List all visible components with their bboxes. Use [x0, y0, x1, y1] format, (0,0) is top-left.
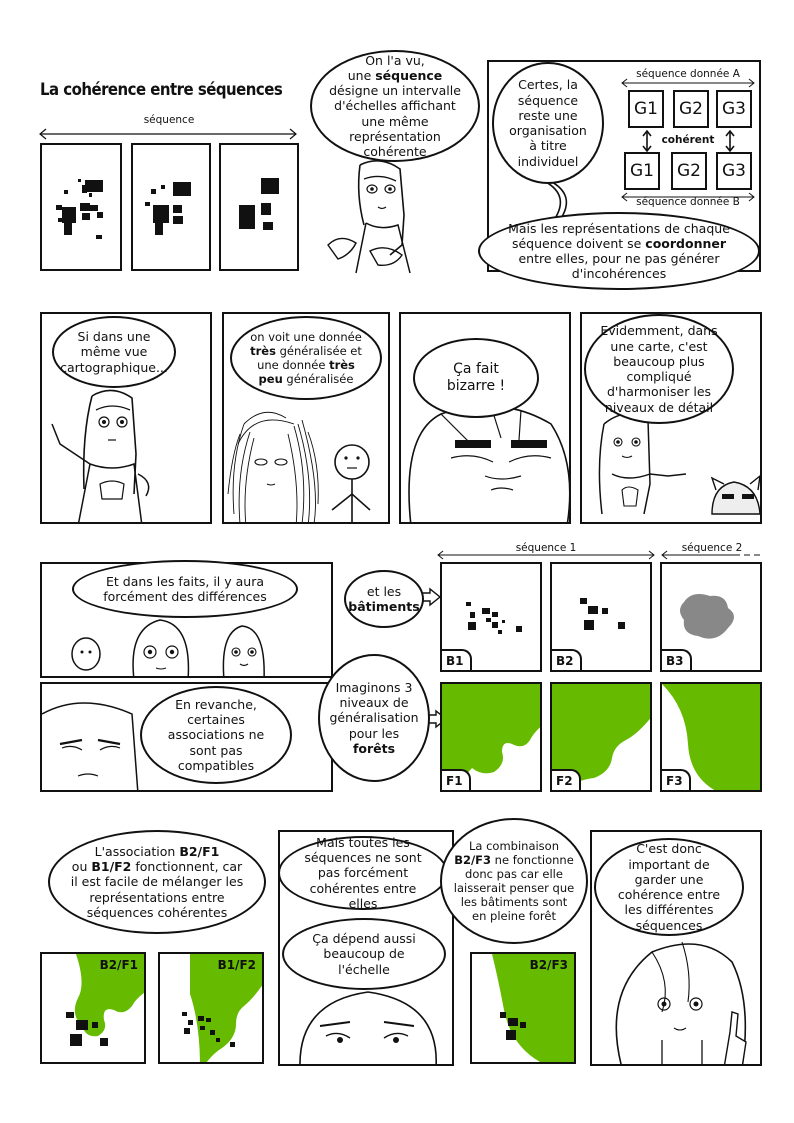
arrow-updown-left — [642, 129, 652, 153]
bubble-si-dans: Si dans une même vue cartographique... — [52, 316, 176, 388]
character-girl-explaining — [327, 160, 411, 274]
buildings-detailed — [56, 179, 103, 239]
group-b-1: G1 — [624, 152, 660, 190]
map-f2: F2 — [550, 682, 652, 792]
map-b2-f1: B2/F1 — [40, 952, 146, 1064]
group-b-3: G3 — [716, 152, 752, 190]
label-b2-f3: B2/F3 — [529, 958, 568, 972]
sequence-a-arrow — [621, 78, 755, 88]
label-b1: B1 — [442, 649, 472, 670]
map-panel-medium — [131, 143, 211, 271]
label-b2-f1: B2/F1 — [99, 958, 138, 972]
bubble-revanche: En revanche, certaines associations ne s… — [140, 686, 292, 784]
sequence-b-label: séquence donnée B — [636, 196, 740, 208]
bubble-imaginons: Imaginons 3 niveaux de généralisation po… — [318, 654, 430, 782]
map-f1: F1 — [440, 682, 542, 792]
label-f1: F1 — [442, 769, 471, 790]
map-panel-generalized — [219, 143, 299, 271]
bubble-certes: Certes, la séquence reste une organisati… — [492, 62, 604, 184]
map-b3: B3 — [660, 562, 762, 672]
bubble-differences: Et dans les faits, il y aura forcément d… — [72, 560, 298, 618]
map-b1-f2: B1/F2 — [158, 952, 264, 1064]
bubble-bizarre: Ça fait bizarre ! — [413, 338, 539, 418]
bubble-coordonner: Mais les représentations de chaque séque… — [478, 212, 760, 290]
bubble-association: L'association B2/F1 ou B1/F2 fonctionnen… — [48, 830, 266, 934]
buildings-medium — [145, 182, 191, 235]
sequence-arrow — [39, 128, 297, 140]
map-b2: B2 — [550, 562, 652, 672]
bubble-batiments: et les bâtiments — [344, 570, 424, 628]
group-a-2: G2 — [673, 90, 709, 128]
sequence-label: séquence — [143, 114, 195, 126]
bubble-combinaison: La combinaison B2/F3 ne fonctionne donc … — [440, 818, 588, 944]
label-b2: B2 — [552, 649, 582, 670]
sequence-2-arrow — [661, 550, 760, 560]
group-a-1: G1 — [628, 90, 664, 128]
bubble-intro: On l'a vu, une séquence désigne un interv… — [310, 50, 480, 162]
label-f3: F3 — [662, 769, 691, 790]
page-title: La cohérence entre séquences — [40, 80, 283, 100]
bubble-evidemment: Evidemment, dans une carte, c'est beauco… — [584, 314, 734, 424]
bubble-important: C'est donc important de garder une cohér… — [594, 838, 744, 936]
map-panel-detailed — [40, 143, 122, 271]
label-b1-f2: B1/F2 — [217, 958, 256, 972]
arrow-updown-right — [725, 129, 735, 153]
map-f3: F3 — [660, 682, 762, 792]
coherent-label: cohérent — [661, 134, 715, 146]
label-b3: B3 — [662, 649, 692, 670]
bubble-tres-generalisee: on voit une donnée très généralisée et u… — [230, 316, 382, 400]
map-b2-f3: B2/F3 — [470, 952, 576, 1064]
label-f2: F2 — [552, 769, 581, 790]
map-b1: B1 — [440, 562, 542, 672]
group-b-2: G2 — [671, 152, 707, 190]
sequence-1-arrow — [437, 550, 655, 560]
buildings-generalized — [239, 178, 279, 230]
bubble-depend: Ça dépend aussi beaucoup de l'échelle — [282, 918, 446, 990]
group-a-3: G3 — [716, 90, 752, 128]
bubble-toutes: Mais toutes les séquences ne sont pas fo… — [278, 835, 448, 911]
